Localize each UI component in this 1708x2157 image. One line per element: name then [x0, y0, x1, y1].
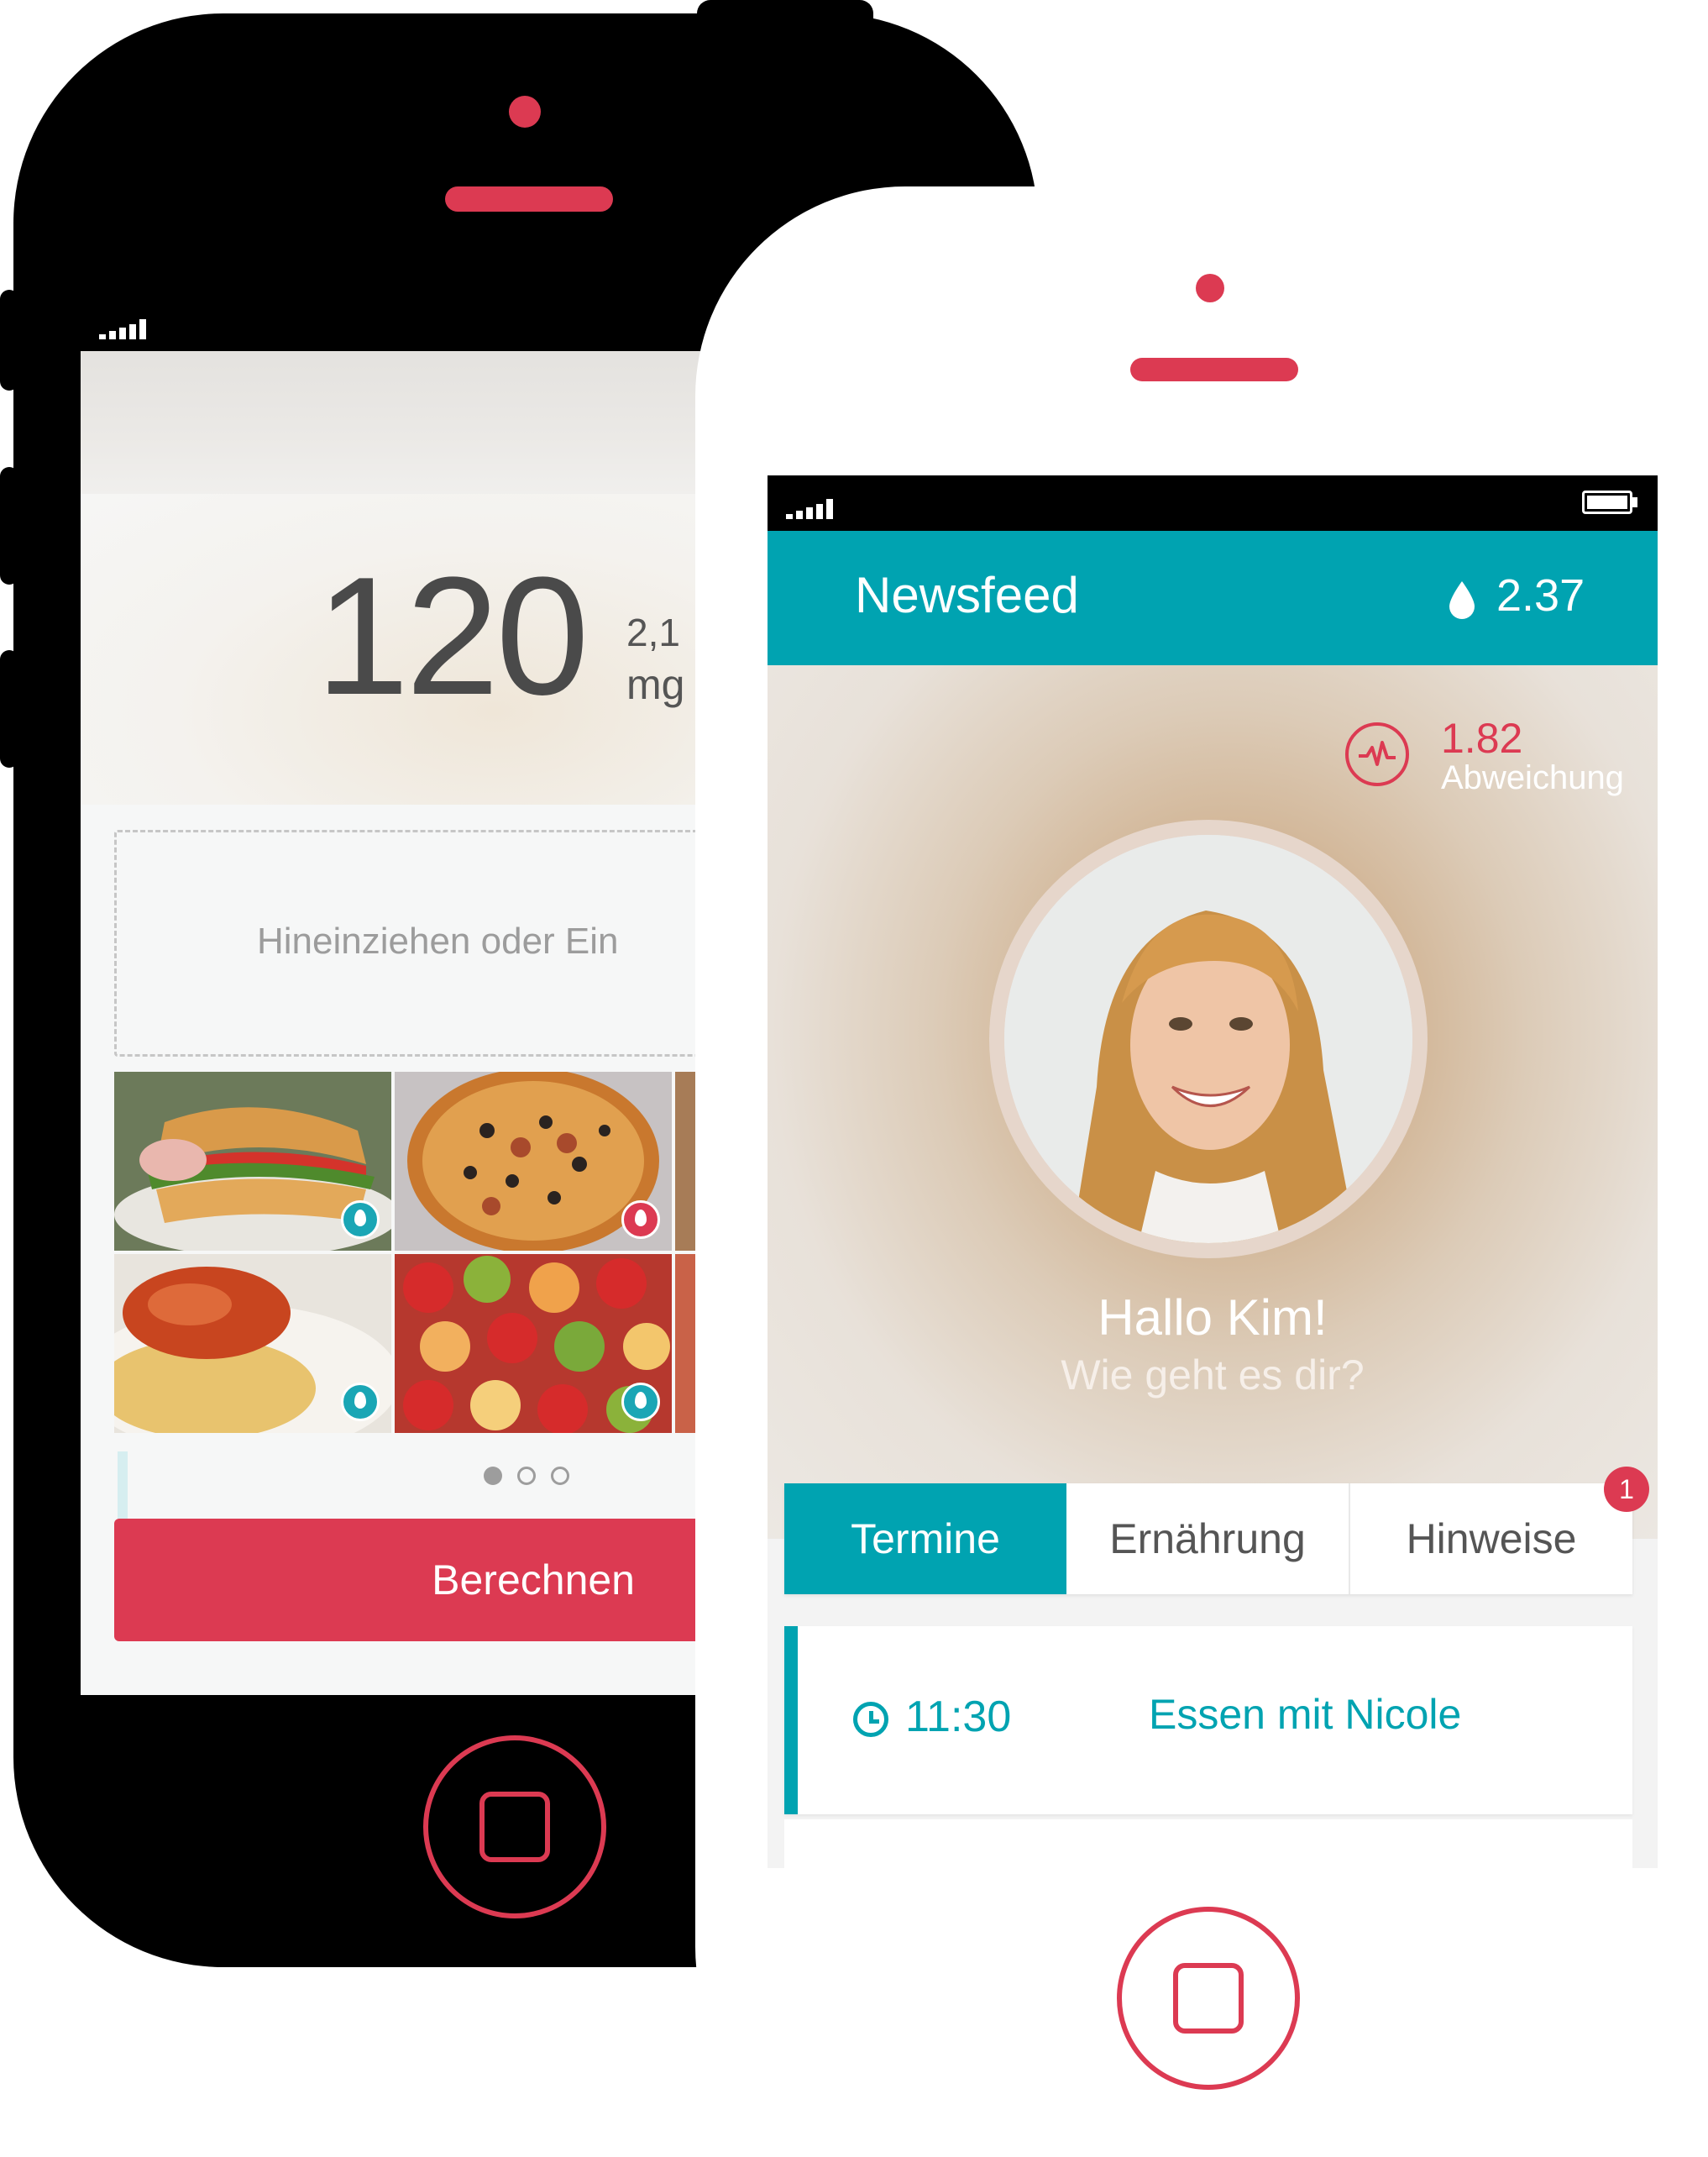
- calculate-button-label: Berechnen: [432, 1556, 635, 1603]
- heartbeat-icon: [1345, 722, 1409, 786]
- tab-bar: Termine Ernährung Hinweise: [784, 1483, 1632, 1594]
- drop-icon: [1449, 581, 1475, 619]
- front-camera: [509, 96, 541, 128]
- food-item-sandwich[interactable]: [114, 1072, 391, 1251]
- page-title: Newsfeed: [855, 567, 1079, 623]
- front-camera: [1196, 274, 1224, 302]
- speaker-grille: [1130, 358, 1298, 381]
- drop-icon: [621, 1383, 660, 1421]
- mute-switch: [0, 290, 18, 391]
- status-bar: [768, 475, 1658, 531]
- tab-termine[interactable]: Termine: [784, 1483, 1066, 1594]
- unit-label: mg: [626, 661, 685, 708]
- home-button-square-icon: [1173, 1963, 1244, 2034]
- page-dot-active[interactable]: [484, 1467, 502, 1485]
- deviation-value: 1.82: [1441, 715, 1523, 762]
- drop-icon: [341, 1200, 380, 1239]
- deviation-label: Abweichung: [1441, 759, 1624, 796]
- greeting: Hallo Kim!: [1098, 1289, 1328, 1346]
- right-phone-screen: Newsfeed 2.37 1.82 Abweichung Hallo Kim!…: [768, 475, 1658, 1868]
- battery-cap: [1632, 497, 1637, 507]
- volume-down-button: [0, 650, 18, 768]
- tab-hinweise[interactable]: Hinweise: [1350, 1483, 1632, 1594]
- drop-icon: [621, 1200, 660, 1239]
- avatar[interactable]: [1004, 835, 1412, 1243]
- ratio-value: 2,1: [626, 611, 680, 654]
- appointment-accent: [784, 1626, 798, 1814]
- notification-badge: 1: [1604, 1467, 1649, 1512]
- clock-icon: [853, 1702, 888, 1737]
- status-bar: [81, 301, 719, 351]
- drop-icon: [341, 1383, 380, 1421]
- food-item-pizza[interactable]: [395, 1072, 672, 1251]
- left-phone-screen: 120 2,1 mg Hineinziehen oder Ein Berechn…: [81, 301, 719, 1695]
- glucose-value: 120: [316, 543, 589, 730]
- battery-level: [1587, 496, 1627, 509]
- appointment-card-next[interactable]: [784, 1819, 1632, 1868]
- greeting-subtitle: Wie geht es dir?: [1061, 1351, 1365, 1399]
- drop-zone-label: Hineinziehen oder Ein: [257, 921, 619, 962]
- home-button-square-icon: [479, 1792, 550, 1862]
- food-item-spaghetti[interactable]: [114, 1254, 391, 1433]
- power-button: [697, 0, 873, 34]
- speaker-grille: [445, 186, 613, 212]
- tab-ernaehrung[interactable]: Ernährung: [1066, 1483, 1350, 1594]
- volume-up-button: [0, 467, 18, 585]
- page-dot[interactable]: [517, 1467, 536, 1485]
- appointment-time: 11:30: [905, 1693, 1012, 1741]
- page-dot[interactable]: [551, 1467, 569, 1485]
- appointment-title: Essen mit Nicole: [1149, 1691, 1462, 1738]
- scroll-indicator: [118, 1451, 128, 1519]
- food-item-fruit-salad[interactable]: [395, 1254, 672, 1433]
- avatar-photo: [1004, 835, 1412, 1243]
- header-value: 2.37: [1496, 570, 1585, 621]
- header-image: [81, 351, 719, 494]
